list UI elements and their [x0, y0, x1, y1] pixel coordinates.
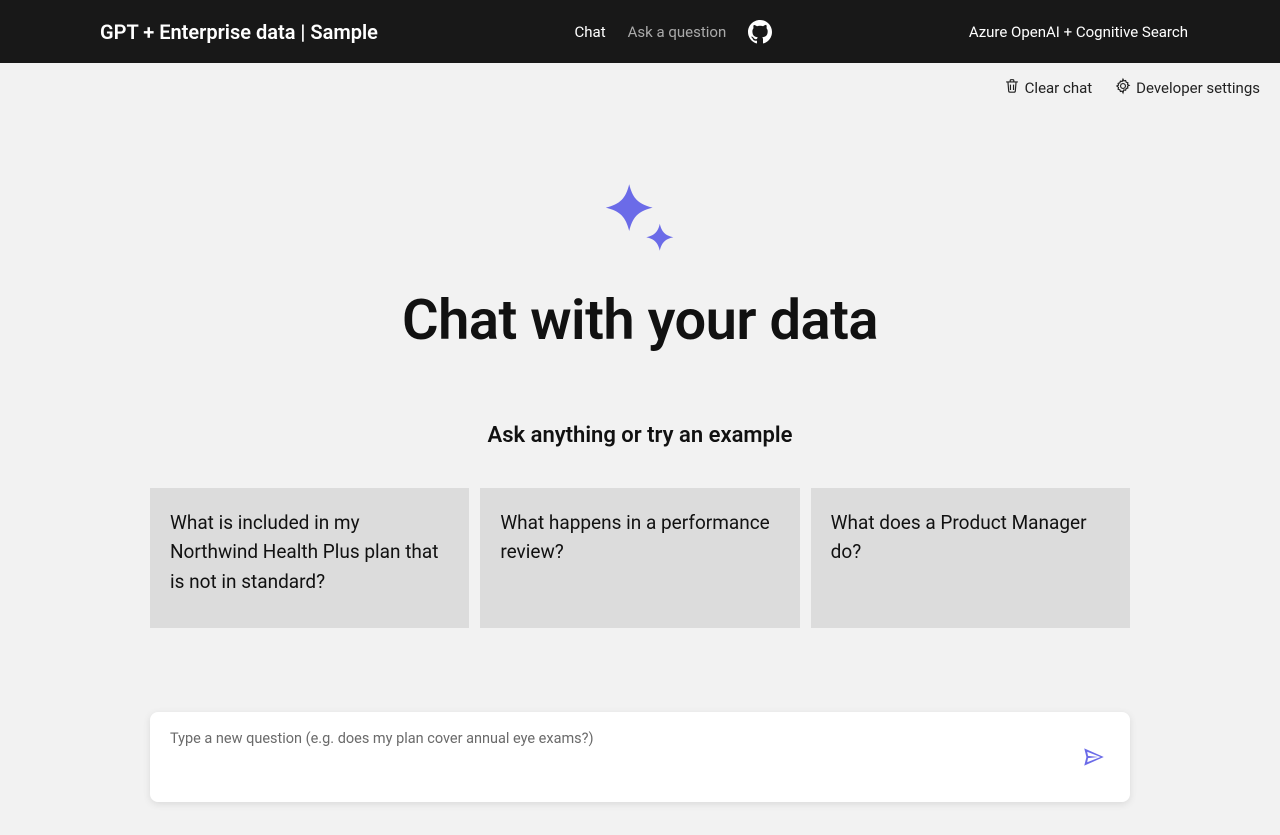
developer-settings-label: Developer settings [1136, 79, 1260, 97]
toolbar: Clear chat Developer settings [0, 63, 1280, 99]
chat-input-row [150, 712, 1130, 806]
sparkle-icon [150, 177, 1130, 267]
trash-icon [1003, 77, 1021, 99]
example-card[interactable]: What does a Product Manager do? [811, 488, 1130, 628]
clear-chat-button[interactable]: Clear chat [1003, 77, 1093, 99]
gear-icon [1114, 77, 1132, 99]
main: Chat with your data Ask anything or try … [150, 99, 1130, 806]
chat-input[interactable] [150, 712, 1130, 802]
clear-chat-label: Clear chat [1025, 79, 1093, 97]
example-card[interactable]: What happens in a performance review? [480, 488, 799, 628]
example-list: What is included in my Northwind Health … [150, 488, 1130, 628]
github-icon[interactable] [748, 20, 772, 44]
page-subtitle: Ask anything or try an example [150, 423, 1130, 448]
send-button[interactable] [1080, 745, 1108, 773]
developer-settings-button[interactable]: Developer settings [1114, 77, 1260, 99]
nav-ask-question[interactable]: Ask a question [628, 23, 727, 41]
header-nav: Chat Ask a question [575, 20, 773, 44]
page-title: Chat with your data [150, 287, 1130, 353]
header: GPT + Enterprise data | Sample Chat Ask … [0, 0, 1280, 63]
example-card[interactable]: What is included in my Northwind Health … [150, 488, 469, 628]
header-tagline: Azure OpenAI + Cognitive Search [969, 23, 1248, 41]
send-icon [1081, 744, 1107, 774]
app-title: GPT + Enterprise data | Sample [100, 20, 378, 44]
nav-chat[interactable]: Chat [575, 23, 606, 41]
